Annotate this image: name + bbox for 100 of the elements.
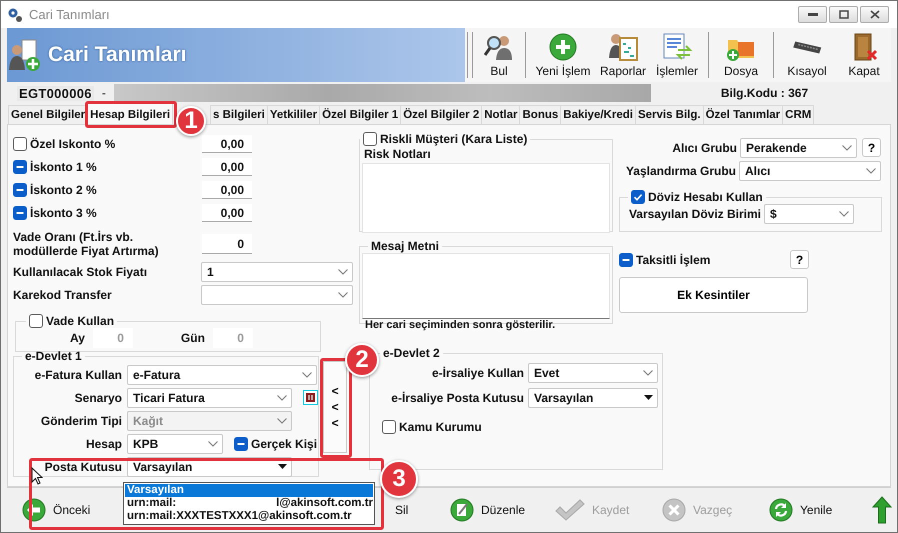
checkbox[interactable] <box>29 314 43 328</box>
checkbox-label: İskonto 1 % <box>30 160 97 174</box>
chevron-down-icon <box>277 418 287 424</box>
option-text: l@akinsoft.com.tr <box>276 497 373 510</box>
pause-icon[interactable] <box>303 390 318 405</box>
checkbox-label: İskonto 2 % <box>30 182 97 196</box>
file-button[interactable]: Dosya <box>712 28 770 82</box>
record-code: EGT000006 <box>17 86 94 100</box>
up-arrow-icon[interactable] <box>872 496 892 524</box>
page-title: Cari Tanımları <box>48 43 186 67</box>
checkbox[interactable] <box>234 436 248 450</box>
checkbox[interactable] <box>382 420 396 434</box>
number-field[interactable]: 0 <box>202 234 252 254</box>
gears-icon <box>7 6 23 22</box>
checkbox[interactable] <box>619 252 633 266</box>
minimize-button[interactable] <box>798 6 827 23</box>
previous-button[interactable]: Önceki <box>22 498 90 522</box>
field-label: Hesap <box>84 436 122 450</box>
field-label: Varsayılan Döviz Birimi <box>628 207 761 221</box>
edit-button[interactable]: Düzenle <box>450 498 526 522</box>
minimize-icon <box>808 12 818 16</box>
field-label: Senaryo <box>74 390 122 404</box>
maximize-icon <box>838 10 848 19</box>
tab[interactable]: s Bilgileri <box>210 105 268 124</box>
dropdown-option[interactable]: Varsayılan <box>125 484 373 497</box>
checkbox[interactable] <box>13 206 27 220</box>
chevron-down-icon <box>643 370 653 376</box>
checkbox[interactable] <box>363 132 377 146</box>
checkbox-label: Döviz Hesabı Kullan <box>648 190 763 204</box>
reports-button[interactable]: Raporlar <box>597 28 649 82</box>
chart-board-icon <box>607 32 639 62</box>
dropdown[interactable]: 1 <box>201 262 353 282</box>
operations-button[interactable]: İşlemler <box>649 28 705 82</box>
close-icon <box>870 10 880 19</box>
chevron-down-icon <box>842 144 852 150</box>
group-title: Mesaj Metni <box>371 239 440 253</box>
group-title: e-Devlet 1 <box>25 349 82 363</box>
find-button[interactable]: Bul <box>476 28 522 82</box>
field-label: e-Fatura Kullan <box>34 368 122 382</box>
chevron-down-icon <box>302 372 312 378</box>
edit-icon <box>450 498 474 522</box>
checkbox[interactable] <box>631 190 645 204</box>
dropdown[interactable]: $ <box>764 204 854 224</box>
checkbox[interactable] <box>13 136 27 150</box>
checkbox-label: İskonto 3 % <box>30 206 97 220</box>
field-label: Yaşlandırma Grubu <box>626 164 736 178</box>
refresh-button[interactable]: Yenile <box>769 498 832 522</box>
keyboard-icon <box>792 41 822 54</box>
dropdown-option[interactable]: urn:mail:XXXTESTXXX1@akinsoft.com.tr <box>125 510 373 523</box>
tab[interactable]: CRM <box>782 105 814 124</box>
chevron-down-icon <box>338 292 348 298</box>
field-label: Ay <box>70 331 85 345</box>
dropdown[interactable]: Perakende <box>740 138 857 158</box>
refresh-icon <box>769 498 793 522</box>
field-label: Alıcı Grubu <box>672 140 737 154</box>
dropdown[interactable]: Varsayılan <box>528 388 658 408</box>
field-label: Karekod Transfer <box>13 288 112 302</box>
checkbox[interactable] <box>13 182 27 196</box>
help-button[interactable]: ? <box>862 138 881 157</box>
delete-button[interactable]: Sil <box>395 502 408 516</box>
shortcut-button[interactable]: Kısayol <box>777 28 837 82</box>
maximize-button[interactable] <box>829 6 858 23</box>
checkbox[interactable] <box>13 160 27 174</box>
checkbox-label: Özel Iskonto % <box>30 136 116 150</box>
new-record-button[interactable]: Yeni İşlem <box>529 28 597 82</box>
chevron-down-icon <box>277 394 287 400</box>
dropdown-option[interactable]: urn:mail: l@akinsoft.com.tr <box>125 497 373 510</box>
close-button[interactable] <box>860 6 889 23</box>
dropdown[interactable]: Alıcı <box>739 160 881 180</box>
hint-text: Her cari seçiminden sonra gösterilir. <box>364 319 556 331</box>
exit-button[interactable]: Kapat <box>837 28 891 82</box>
message-field[interactable] <box>362 253 610 319</box>
window-title: Cari Tanımları <box>29 7 110 22</box>
field-label: Vade Oranı (Ft.İrs vb. modüllerde Fiyat Artırma) <box>13 230 160 258</box>
separator-text: - <box>102 86 106 100</box>
user-document-icon <box>8 38 42 72</box>
notes-field[interactable] <box>362 163 610 233</box>
dropdown-triangle-icon <box>278 464 287 469</box>
field-label: Gün <box>180 331 205 345</box>
number-field[interactable]: 0,00 <box>202 158 252 176</box>
checkbox-label: Riskli Müşteri (Kara Liste) <box>380 132 528 146</box>
plus-icon <box>548 32 578 62</box>
dropdown[interactable]: Ticari Fatura <box>127 388 292 408</box>
dropdown[interactable]: KPB <box>127 434 223 454</box>
chevron-down-icon <box>839 211 849 217</box>
number-field[interactable]: 0,00 <box>202 134 252 152</box>
chevron-down-icon <box>208 440 218 446</box>
dropdown[interactable]: Evet <box>528 362 658 382</box>
tab[interactable]: Hesap Bilgileri <box>87 103 174 124</box>
dropdown[interactable]: e-Fatura <box>127 364 317 384</box>
document-icon <box>661 32 693 62</box>
step-number: 1 <box>176 106 206 136</box>
option-text: urn:mail: <box>127 497 176 510</box>
number-field[interactable]: 0,00 <box>202 204 252 222</box>
number-field[interactable]: 0,00 <box>202 180 252 198</box>
checkmark-icon <box>555 498 585 520</box>
checkbox-label: Gerçek Kişi <box>251 436 318 450</box>
collapse-button[interactable]: <<< <box>323 361 347 453</box>
help-button[interactable]: ? <box>790 250 809 269</box>
extra-deductions-button[interactable]: Ek Kesintiler <box>619 277 808 313</box>
